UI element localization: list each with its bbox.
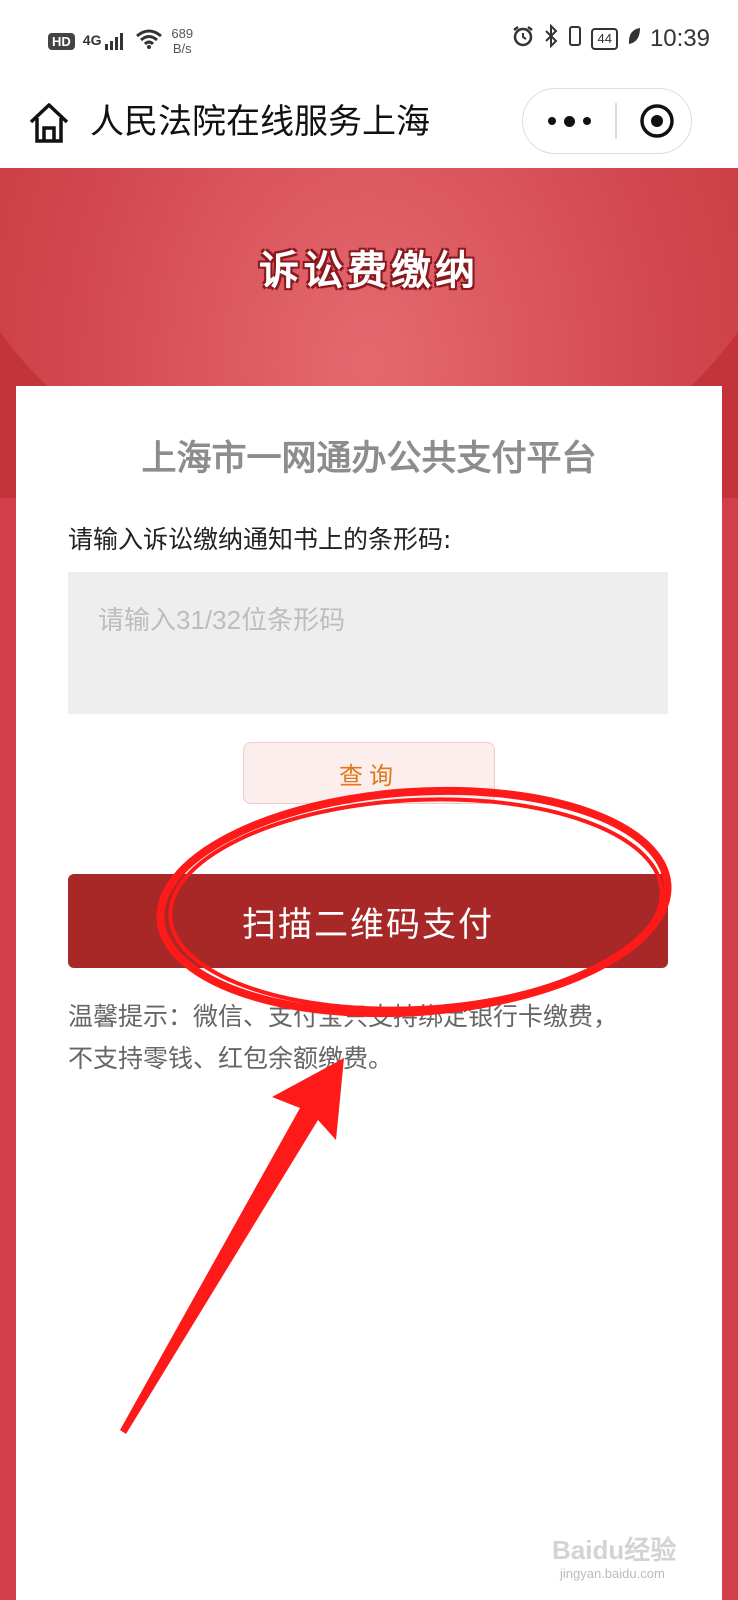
home-icon[interactable] xyxy=(26,100,72,146)
more-button[interactable] xyxy=(523,89,615,153)
banner-title: 诉讼费缴纳 xyxy=(259,248,479,294)
signal-label: 4G xyxy=(82,31,102,48)
barcode-input-placeholder: 请输入31/32位条形码 xyxy=(98,605,346,635)
close-circle-icon[interactable] xyxy=(639,103,675,139)
capsule-divider xyxy=(615,103,617,139)
status-bar: HD 4G 689 B/s 44 10:39 xyxy=(0,0,738,84)
more-dot-icon xyxy=(582,117,591,125)
payment-tip: 温馨提示：微信、支付宝只支持绑定银行卡缴费，不支持零钱、红包余额缴费。 xyxy=(68,1002,619,1073)
bluetooth-icon xyxy=(543,23,559,53)
barcode-prompt: 请输入诉讼缴纳通知书上的条形码: xyxy=(68,525,452,554)
leaf-icon xyxy=(626,26,642,51)
baidu-watermark-url: jingyan.baidu.com xyxy=(560,1566,665,1581)
baidu-watermark: Baidu经验 xyxy=(552,1535,677,1565)
clock: 10:39 xyxy=(649,24,710,52)
net-speed-value: 689 xyxy=(171,26,194,41)
cell-signal-icon: 4G xyxy=(82,31,128,51)
more-dot-icon xyxy=(563,115,575,127)
net-speed-unit: B/s xyxy=(172,41,192,56)
wifi-icon xyxy=(135,28,163,55)
more-dot-icon xyxy=(547,117,556,125)
barcode-input[interactable]: 请输入31/32位条形码 xyxy=(68,572,668,714)
status-right: 44 10:39 xyxy=(511,23,710,53)
status-left: HD 4G 689 B/s xyxy=(48,26,193,56)
battery-icon: 44 xyxy=(591,27,618,50)
payment-card: 上海市一网通办公共支付平台 请输入诉讼缴纳通知书上的条形码: 请输入31/32位… xyxy=(16,386,722,1600)
platform-title: 上海市一网通办公共支付平台 xyxy=(141,439,597,479)
nav-bar: 人民法院在线服务上海 xyxy=(0,84,738,168)
mini-program-capsule xyxy=(522,88,692,154)
vibrate-icon xyxy=(567,24,583,53)
hd-icon: HD xyxy=(48,32,75,50)
query-button[interactable]: 查询 xyxy=(243,742,495,804)
alarm-icon xyxy=(511,24,535,53)
page-title: 人民法院在线服务上海 xyxy=(90,102,430,142)
net-speed: 689 B/s xyxy=(171,26,193,56)
scan-qr-pay-button[interactable]: 扫描二维码支付 xyxy=(68,874,668,968)
